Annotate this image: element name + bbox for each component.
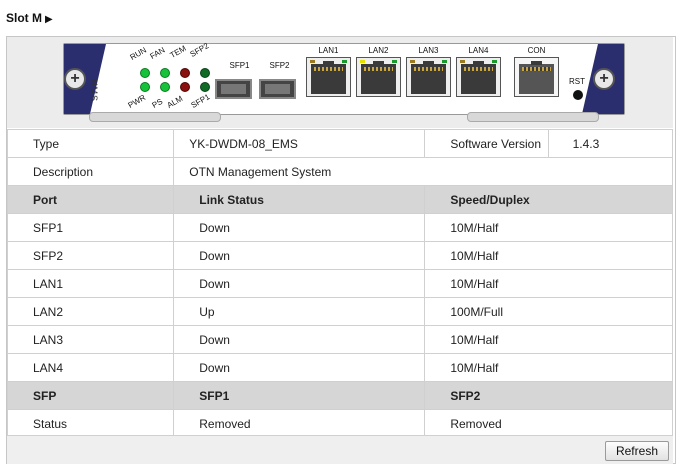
- fan-led: [160, 68, 170, 78]
- console-port[interactable]: [514, 57, 559, 97]
- left-rail: [89, 112, 221, 122]
- link-status: Up: [173, 297, 426, 326]
- rst-label: RST: [569, 77, 585, 86]
- description-label: Description: [6, 157, 175, 186]
- sfp1-led: [200, 82, 210, 92]
- port-name: LAN1: [6, 269, 175, 298]
- sfp1-status: Removed: [173, 409, 426, 438]
- table-row: SFP1 Down 10M/Half: [6, 213, 673, 242]
- run-led: [140, 68, 150, 78]
- link-status-column-header: Link Status: [173, 185, 426, 214]
- lan2-port[interactable]: [356, 57, 401, 97]
- lan1-port-label: LAN1: [318, 46, 339, 55]
- lan3-port-label: LAN3: [418, 46, 439, 55]
- sfp1-slot[interactable]: [215, 79, 252, 99]
- speed-duplex: 10M/Half: [424, 353, 673, 382]
- left-screw-icon: +: [64, 68, 86, 90]
- lan4-port-label: LAN4: [468, 46, 489, 55]
- sfp2-port-label: SFP2: [269, 61, 290, 70]
- port-name: SFP1: [6, 213, 175, 242]
- alm-led: [180, 82, 190, 92]
- link-status: Down: [173, 241, 426, 270]
- speed-duplex-column-header: Speed/Duplex: [424, 185, 673, 214]
- speed-duplex: 10M/Half: [424, 269, 673, 298]
- sfp2-column-header: SFP2: [424, 381, 673, 410]
- link-status: Down: [173, 353, 426, 382]
- sfp-status-label: Status: [6, 409, 175, 438]
- speed-duplex: 10M/Half: [424, 325, 673, 354]
- table-row: SFP2 Down 10M/Half: [6, 241, 673, 270]
- speed-duplex: 10M/Half: [424, 213, 673, 242]
- sfp-status-row: Status Removed Removed: [6, 409, 673, 438]
- description-value: OTN Management System: [173, 157, 673, 186]
- type-value: YK-DWDM-08_EMS: [189, 134, 304, 153]
- description-row: Description OTN Management System: [6, 157, 673, 186]
- device-panel: + + NMS RUN FAN TEM SFP2 PWR PS ALM SFP1…: [7, 37, 673, 128]
- expand-triangle-icon[interactable]: ▶: [45, 14, 53, 25]
- table-row: LAN1 Down 10M/Half: [6, 269, 673, 298]
- reset-button[interactable]: [573, 90, 583, 100]
- sfp1-column-header: SFP1: [173, 381, 426, 410]
- ports-header-row: Port Link Status Speed/Duplex: [6, 185, 673, 214]
- slot-frame: + + NMS RUN FAN TEM SFP2 PWR PS ALM SFP1…: [6, 36, 676, 464]
- ps-led: [160, 82, 170, 92]
- module-info-table: Type YK-DWDM-08_EMS Software Version 1.4…: [6, 129, 674, 438]
- sfp2-status: Removed: [424, 409, 673, 438]
- port-name: LAN4: [6, 353, 175, 382]
- table-row: LAN3 Down 10M/Half: [6, 325, 673, 354]
- refresh-button[interactable]: Refresh: [604, 441, 669, 461]
- type-value-cell: YK-DWDM-08_EMS: [173, 129, 426, 158]
- footer-bar: Refresh: [7, 435, 673, 464]
- pwr-led: [140, 82, 150, 92]
- sfp2-slot[interactable]: [259, 79, 296, 99]
- sfp-column-header: SFP: [6, 381, 175, 410]
- software-version-value: 1.4.3: [547, 129, 674, 158]
- module-name-label: NMS: [89, 79, 99, 102]
- lan1-port[interactable]: [306, 57, 351, 97]
- right-rail: [467, 112, 599, 122]
- type-label: Type: [6, 129, 175, 158]
- port-name: SFP2: [6, 241, 175, 270]
- link-status: Down: [173, 213, 426, 242]
- slot-title: Slot M ▶: [6, 11, 53, 25]
- lan4-port[interactable]: [456, 57, 501, 97]
- table-row: LAN4 Down 10M/Half: [6, 353, 673, 382]
- software-version-label: Software Version: [424, 129, 549, 158]
- slot-title-text: Slot M: [6, 11, 42, 25]
- type-row: Type YK-DWDM-08_EMS Software Version 1.4…: [6, 129, 674, 158]
- lan3-port[interactable]: [406, 57, 451, 97]
- con-port-label: CON: [527, 46, 546, 55]
- speed-duplex: 100M/Full: [424, 297, 673, 326]
- link-status: Down: [173, 269, 426, 298]
- table-row: LAN2 Up 100M/Full: [6, 297, 673, 326]
- tem-led: [180, 68, 190, 78]
- lan2-port-label: LAN2: [368, 46, 389, 55]
- port-column-header: Port: [6, 185, 175, 214]
- sfp-header-row: SFP SFP1 SFP2: [6, 381, 673, 410]
- right-screw-icon: +: [593, 68, 615, 90]
- sfp2-led: [200, 68, 210, 78]
- speed-duplex: 10M/Half: [424, 241, 673, 270]
- link-status: Down: [173, 325, 426, 354]
- port-name: LAN3: [6, 325, 175, 354]
- port-name: LAN2: [6, 297, 175, 326]
- sfp1-port-label: SFP1: [229, 61, 250, 70]
